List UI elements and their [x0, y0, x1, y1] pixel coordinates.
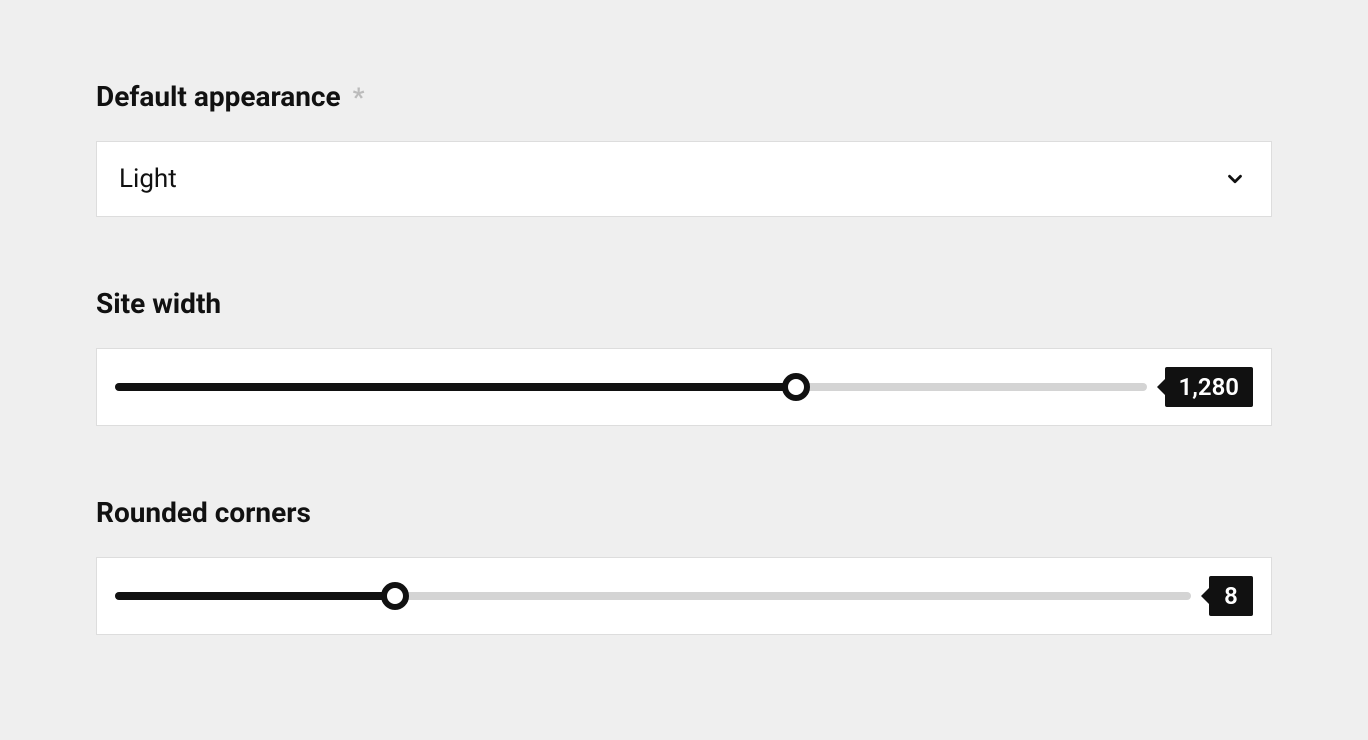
slider-fill: [115, 383, 796, 391]
default-appearance-select[interactable]: Light: [96, 141, 1272, 217]
rounded-corners-value-badge: 8: [1209, 576, 1253, 616]
chevron-down-icon: [1221, 165, 1249, 193]
slider-fill: [115, 592, 395, 600]
site-width-slider[interactable]: [115, 383, 1147, 391]
default-appearance-field: Default appearance * Light: [96, 80, 1272, 217]
rounded-corners-slider-container: 8: [96, 557, 1272, 635]
site-width-label: Site width: [96, 287, 1272, 320]
rounded-corners-slider[interactable]: [115, 592, 1191, 600]
rounded-corners-field: Rounded corners 8: [96, 496, 1272, 635]
rounded-corners-label: Rounded corners: [96, 496, 1272, 529]
required-asterisk: *: [353, 83, 365, 113]
slider-thumb[interactable]: [782, 373, 810, 401]
site-width-value-badge: 1,280: [1165, 367, 1253, 407]
label-text: Rounded corners: [96, 496, 311, 529]
label-text: Site width: [96, 287, 221, 320]
default-appearance-label: Default appearance *: [96, 80, 1272, 113]
site-width-slider-container: 1,280: [96, 348, 1272, 426]
slider-thumb[interactable]: [381, 582, 409, 610]
label-text: Default appearance: [96, 80, 341, 113]
select-value: Light: [119, 164, 1221, 194]
site-width-field: Site width 1,280: [96, 287, 1272, 426]
